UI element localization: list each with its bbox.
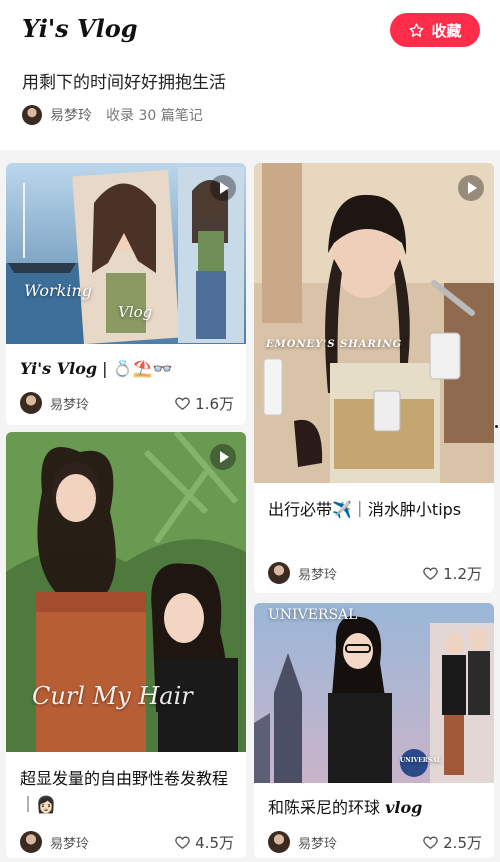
- favorite-label: 收藏: [431, 21, 462, 40]
- cover-text-curl: Curl My Hair: [32, 682, 193, 710]
- note-cover-image: Working Vlog: [6, 163, 246, 344]
- like-button[interactable]: 1.2万: [422, 563, 482, 584]
- heart-icon: [423, 836, 438, 849]
- favorite-button[interactable]: 收藏: [390, 13, 480, 47]
- avatar[interactable]: [20, 392, 42, 414]
- note-caption: 和陈采尼的环球 vlog: [268, 798, 423, 817]
- like-button[interactable]: 1.6万: [174, 393, 234, 414]
- scroll-indicator-dot: [495, 425, 498, 428]
- note-author-row: 易梦玲 2.5万: [268, 830, 482, 854]
- note-card-2[interactable]: EMONEY'S SHARING 出行必带✈️｜消水肿小tips 易梦玲 1.2…: [254, 163, 494, 593]
- cover-text-sharing: EMONEY'S SHARING: [266, 339, 403, 350]
- author-name[interactable]: 易梦玲: [50, 394, 174, 413]
- cover-text-working: Working: [24, 281, 92, 300]
- avatar[interactable]: [20, 831, 42, 853]
- note-author-row: 易梦玲 1.2万: [268, 561, 482, 585]
- note-caption: 出行必带✈️｜消水肿小tips: [268, 500, 462, 519]
- like-button[interactable]: 4.5万: [174, 832, 234, 853]
- video-icon: [210, 175, 236, 201]
- note-cover-image: Curl My Hair: [6, 432, 246, 752]
- collection-subtitle: 用剩下的时间好好拥抱生活: [22, 73, 226, 93]
- note-card-1[interactable]: Working Vlog Yi's Vlog | 💍⛱️👓 易梦玲 1.6万: [6, 163, 246, 425]
- avatar[interactable]: [22, 105, 42, 125]
- note-cover-image: UNIVERSAL UNIVERSAL: [254, 603, 494, 783]
- heart-icon: [175, 836, 190, 849]
- collection-header: Yi's Vlog 收藏 用剩下的时间好好拥抱生活 易梦玲 收录 30 篇笔记: [0, 0, 500, 150]
- like-count: 4.5万: [195, 833, 234, 852]
- video-icon: [458, 175, 484, 201]
- author-name[interactable]: 易梦玲: [50, 833, 174, 852]
- cover-text-vlog: Vlog: [118, 303, 153, 321]
- cover-text-universal: UNIVERSAL: [268, 607, 358, 623]
- author-name[interactable]: 易梦玲: [298, 833, 422, 852]
- avatar[interactable]: [268, 831, 290, 853]
- note-cover-image: EMONEY'S SHARING: [254, 163, 494, 483]
- note-caption: 超显发量的自由野性卷发教程｜👩🏻: [20, 769, 229, 814]
- heart-icon: [175, 397, 190, 410]
- note-count: 收录 30 篇笔记: [106, 108, 203, 124]
- note-card-4[interactable]: UNIVERSAL UNIVERSAL 和陈采尼的环球 vlog 易梦玲 2.5…: [254, 603, 494, 858]
- like-count: 1.2万: [443, 564, 482, 583]
- author-name[interactable]: 易梦玲: [298, 564, 422, 583]
- note-caption: Yi's Vlog | 💍⛱️👓: [20, 359, 173, 378]
- like-count: 1.6万: [195, 394, 234, 413]
- note-author-row: 易梦玲 1.6万: [20, 391, 234, 415]
- star-icon: [410, 22, 424, 37]
- like-button[interactable]: 2.5万: [422, 832, 482, 853]
- like-count: 2.5万: [443, 833, 482, 852]
- heart-icon: [423, 567, 438, 580]
- author-name[interactable]: 易梦玲: [50, 105, 92, 125]
- collection-title: Yi's Vlog: [22, 14, 138, 43]
- note-card-3[interactable]: Curl My Hair 超显发量的自由野性卷发教程｜👩🏻 易梦玲 4.5万: [6, 432, 246, 858]
- cover-text-universal-logo: UNIVERSAL: [400, 757, 441, 764]
- avatar[interactable]: [268, 562, 290, 584]
- video-icon: [210, 444, 236, 470]
- collection-meta: 易梦玲 收录 30 篇笔记: [22, 104, 203, 126]
- note-author-row: 易梦玲 4.5万: [20, 830, 234, 854]
